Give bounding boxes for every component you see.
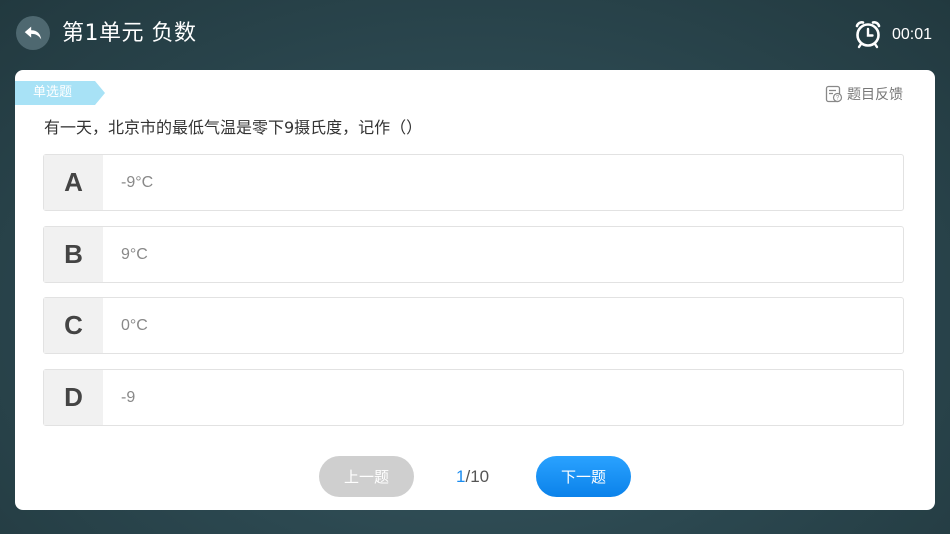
next-question-button[interactable]: 下一题: [536, 456, 631, 497]
feedback-label: 题目反馈: [847, 87, 903, 103]
option-letter: A: [44, 155, 103, 210]
question-type-tag: 单选题: [15, 81, 105, 105]
page-indicator: 1/10: [456, 466, 489, 488]
question-card: 单选题 ? 题目反馈 有一天，北京市的最低气温是零下9摄氏度，记作（） A -9…: [15, 70, 935, 510]
feedback-button[interactable]: ? 题目反馈: [825, 84, 903, 104]
option-letter: B: [44, 227, 103, 282]
feedback-icon: ?: [825, 85, 843, 103]
option-b[interactable]: B 9°C: [43, 226, 904, 283]
timer-display: 00:01: [892, 26, 933, 43]
option-letter: D: [44, 370, 103, 425]
option-a[interactable]: A -9°C: [43, 154, 904, 211]
option-text: -9°C: [121, 173, 154, 191]
prev-question-button[interactable]: 上一题: [319, 456, 414, 497]
option-letter: C: [44, 298, 103, 353]
option-text: 0°C: [121, 316, 148, 334]
top-bar: 第1单元 负数 00:01: [0, 0, 950, 68]
option-d[interactable]: D -9: [43, 369, 904, 426]
option-c[interactable]: C 0°C: [43, 297, 904, 354]
page-title: 第1单元 负数: [62, 21, 197, 46]
question-text: 有一天，北京市的最低气温是零下9摄氏度，记作（）: [44, 118, 423, 137]
option-text: 9°C: [121, 245, 148, 263]
alarm-clock-icon: [855, 21, 881, 49]
option-text: -9: [121, 388, 136, 406]
back-arrow-icon: [24, 26, 42, 40]
total-pages: /10: [465, 467, 490, 486]
back-button[interactable]: [16, 16, 50, 50]
